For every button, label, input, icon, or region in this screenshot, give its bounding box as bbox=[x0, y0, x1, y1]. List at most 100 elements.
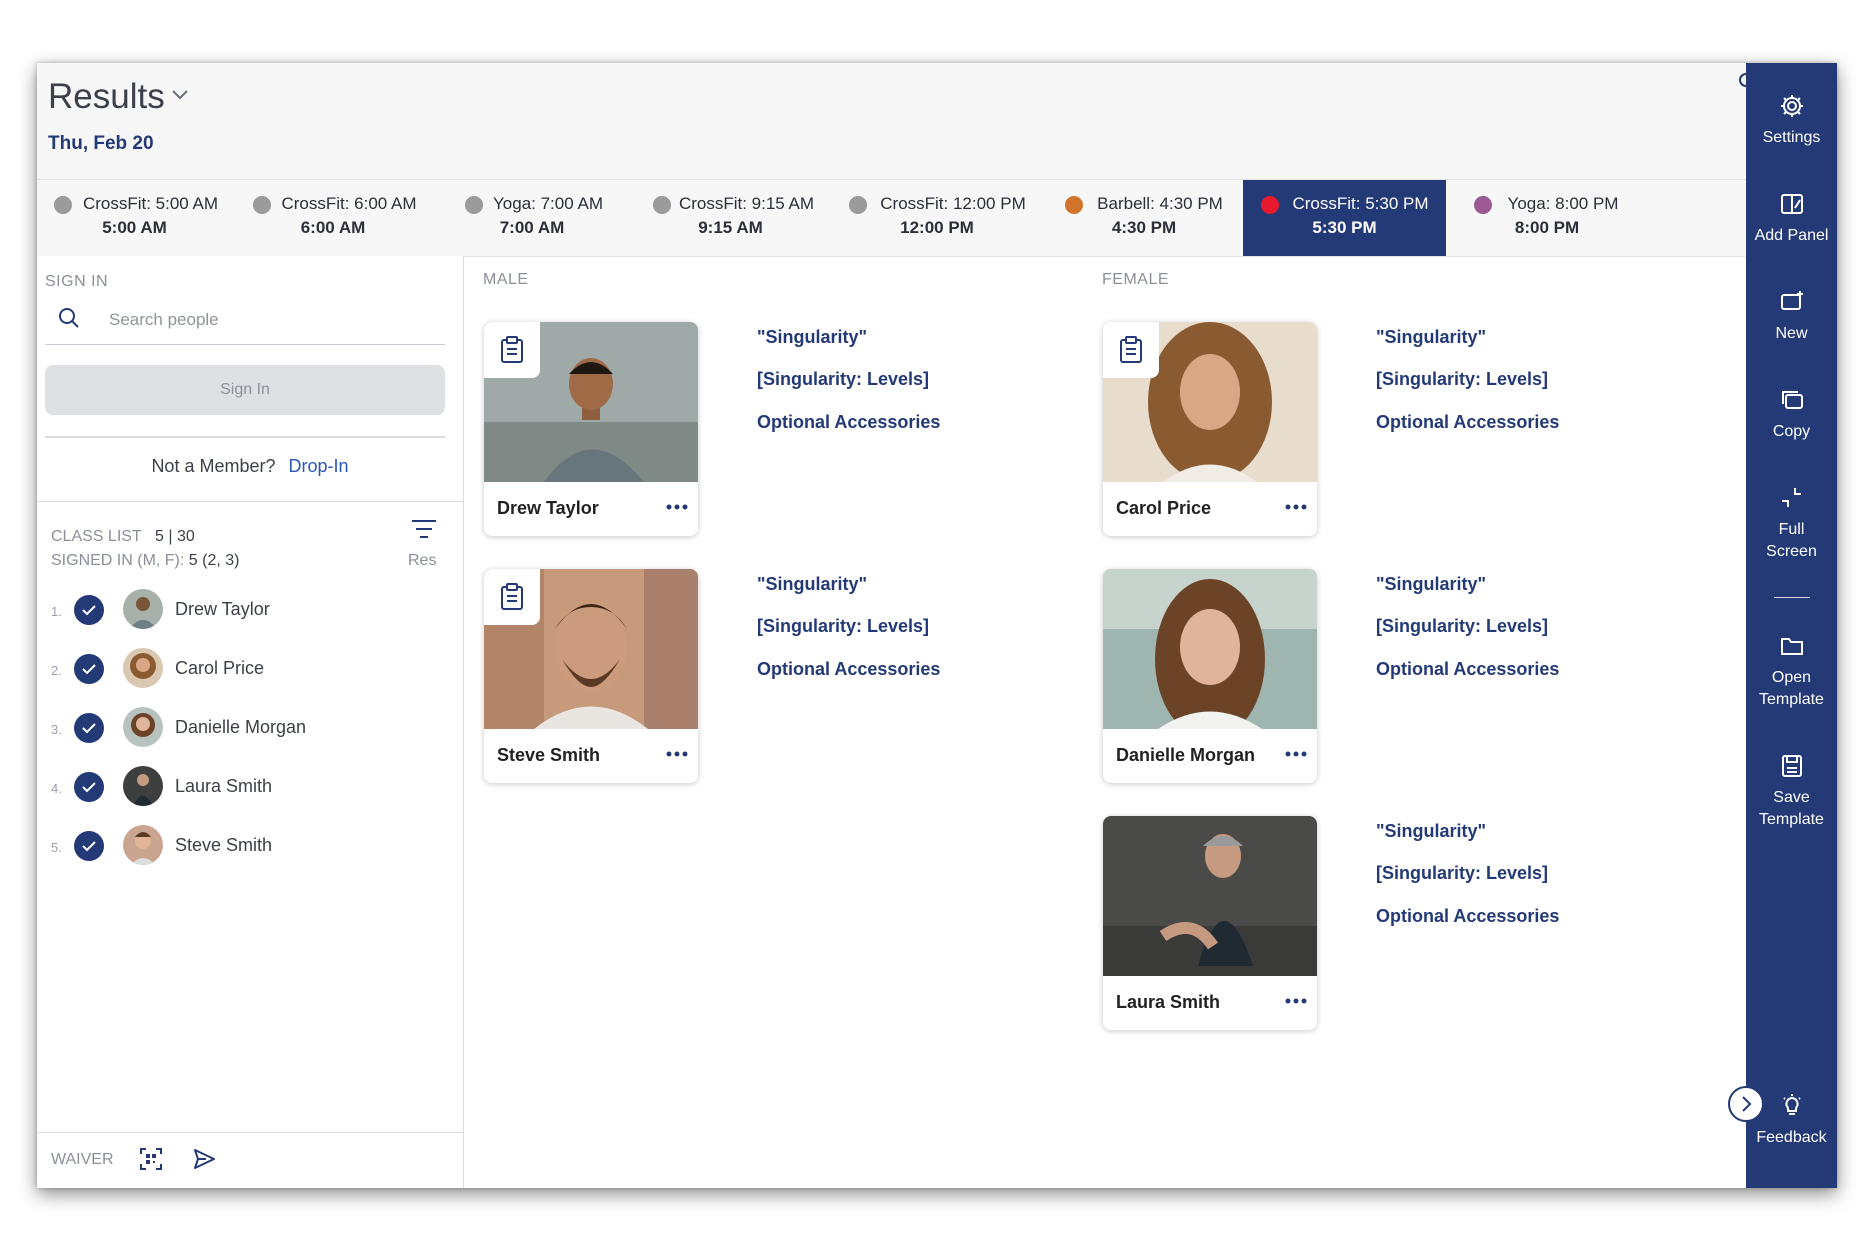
attr-singularity[interactable]: "Singularity" bbox=[757, 574, 867, 595]
collapse-sidebar-button[interactable] bbox=[1728, 1086, 1764, 1122]
divider bbox=[37, 501, 463, 502]
save-template-button[interactable]: Save Template bbox=[1746, 753, 1837, 831]
drop-in-link[interactable]: Drop-In bbox=[289, 456, 349, 476]
tab-crossfit-1200[interactable]: CrossFit: 12:00 PM 12:00 PM bbox=[832, 180, 1042, 256]
right-sidebar: Settings Add Panel New Copy Full Screen … bbox=[1746, 63, 1837, 1188]
more-icon[interactable] bbox=[1285, 504, 1307, 510]
app-window: Results Thu, Feb 20 CrossFit: 5:00 AM 5:… bbox=[37, 63, 1837, 1188]
attr-singularity[interactable]: "Singularity" bbox=[1376, 821, 1486, 842]
full-screen-button[interactable]: Full Screen bbox=[1746, 485, 1837, 563]
res-label[interactable]: Res bbox=[408, 552, 436, 570]
main-area: Results Thu, Feb 20 CrossFit: 5:00 AM 5:… bbox=[37, 63, 1753, 1188]
athlete-photo bbox=[1103, 569, 1317, 729]
more-icon[interactable] bbox=[666, 751, 688, 757]
attr-optional-accessories[interactable]: Optional Accessories bbox=[757, 412, 940, 433]
list-item[interactable]: 5. Steve Smith bbox=[37, 825, 463, 875]
tab-yoga-700[interactable]: Yoga: 7:00 AM 7:00 AM bbox=[435, 180, 629, 256]
tab-yoga-800[interactable]: Yoga: 8:00 PM 8:00 PM bbox=[1447, 180, 1647, 256]
attr-singularity-levels[interactable]: [Singularity: Levels] bbox=[1376, 369, 1548, 390]
add-panel-icon bbox=[1780, 194, 1803, 214]
settings-button[interactable]: Settings bbox=[1746, 93, 1837, 149]
sidebar-divider bbox=[1774, 597, 1810, 598]
date-label[interactable]: Thu, Feb 20 bbox=[48, 133, 154, 155]
tab-crossfit-915[interactable]: CrossFit: 9:15 AM 9:15 AM bbox=[631, 180, 830, 256]
athlete-card[interactable]: Drew Taylor bbox=[484, 322, 698, 536]
attr-singularity-levels[interactable]: [Singularity: Levels] bbox=[757, 369, 929, 390]
list-item[interactable]: 4. Laura Smith bbox=[37, 766, 463, 816]
folder-icon bbox=[1780, 638, 1803, 655]
female-column-label: FEMALE bbox=[1102, 271, 1170, 288]
athlete-card[interactable]: Steve Smith bbox=[484, 569, 698, 783]
avatar bbox=[123, 766, 163, 806]
athlete-name: Steve Smith bbox=[497, 745, 601, 765]
list-item[interactable]: 1. Drew Taylor bbox=[37, 589, 463, 639]
attr-optional-accessories[interactable]: Optional Accessories bbox=[1376, 906, 1559, 927]
more-icon[interactable] bbox=[666, 504, 688, 510]
check-icon[interactable] bbox=[74, 831, 104, 861]
not-member-text: Not a Member? bbox=[151, 456, 276, 476]
full-screen-icon bbox=[1781, 488, 1801, 507]
copy-button[interactable]: Copy bbox=[1746, 387, 1837, 443]
list-item[interactable]: 2. Carol Price bbox=[37, 648, 463, 698]
attr-singularity[interactable]: "Singularity" bbox=[757, 327, 867, 348]
left-panel: SIGN IN Sign In Not a Member? Drop-In CL… bbox=[37, 256, 464, 1188]
attr-singularity-levels[interactable]: [Singularity: Levels] bbox=[1376, 616, 1548, 637]
waiver-label: WAIVER bbox=[51, 1151, 114, 1168]
drop-in-row: Not a Member? Drop-In bbox=[37, 456, 463, 477]
clipboard-icon[interactable] bbox=[500, 583, 524, 611]
attr-singularity-levels[interactable]: [Singularity: Levels] bbox=[1376, 863, 1548, 884]
clipboard-icon[interactable] bbox=[1119, 336, 1143, 364]
sign-in-button[interactable]: Sign In bbox=[45, 365, 445, 415]
avatar bbox=[123, 589, 163, 629]
send-icon[interactable] bbox=[192, 1147, 216, 1171]
athlete-card[interactable]: Danielle Morgan bbox=[1103, 569, 1317, 783]
search-row bbox=[45, 296, 445, 345]
tab-barbell-430[interactable]: Barbell: 4:30 PM 4:30 PM bbox=[1044, 180, 1244, 256]
open-template-button[interactable]: Open Template bbox=[1746, 633, 1837, 711]
athlete-card[interactable]: Laura Smith bbox=[1103, 816, 1317, 1030]
clipboard-icon[interactable] bbox=[500, 336, 524, 364]
avatar bbox=[123, 648, 163, 688]
athlete-name: Carol Price bbox=[1116, 498, 1212, 518]
attr-optional-accessories[interactable]: Optional Accessories bbox=[1376, 659, 1559, 680]
check-icon[interactable] bbox=[74, 713, 104, 743]
check-icon[interactable] bbox=[74, 654, 104, 684]
check-icon[interactable] bbox=[74, 772, 104, 802]
clipboard-badge[interactable] bbox=[484, 569, 540, 625]
add-panel-button[interactable]: Add Panel bbox=[1746, 191, 1837, 247]
athlete-name: Danielle Morgan bbox=[1116, 745, 1256, 765]
more-icon[interactable] bbox=[1285, 751, 1307, 757]
athlete-card[interactable]: Carol Price bbox=[1103, 322, 1317, 536]
divider bbox=[45, 436, 445, 438]
athlete-name: Drew Taylor bbox=[497, 498, 599, 518]
avatar bbox=[123, 707, 163, 747]
filter-icon[interactable] bbox=[411, 519, 437, 541]
qr-code-icon[interactable] bbox=[139, 1147, 163, 1171]
attr-optional-accessories[interactable]: Optional Accessories bbox=[1376, 412, 1559, 433]
class-count: 5 | 30 bbox=[155, 528, 195, 545]
athlete-photo bbox=[1103, 816, 1317, 976]
check-icon[interactable] bbox=[74, 595, 104, 625]
male-column-label: MALE bbox=[483, 271, 529, 288]
save-icon bbox=[1781, 755, 1802, 777]
attr-singularity[interactable]: "Singularity" bbox=[1376, 327, 1486, 348]
tab-crossfit-600[interactable]: CrossFit: 6:00 AM 6:00 AM bbox=[233, 180, 433, 256]
more-icon[interactable] bbox=[1285, 998, 1307, 1004]
chevron-right-icon bbox=[1742, 1096, 1752, 1112]
sign-in-label: SIGN IN bbox=[45, 273, 109, 290]
tab-crossfit-500[interactable]: CrossFit: 5:00 AM 5:00 AM bbox=[37, 180, 232, 256]
class-list-header: CLASS LIST 5 | 30 bbox=[51, 528, 195, 545]
attr-singularity-levels[interactable]: [Singularity: Levels] bbox=[757, 616, 929, 637]
clipboard-badge[interactable] bbox=[1103, 322, 1159, 378]
clipboard-badge[interactable] bbox=[484, 322, 540, 378]
list-item[interactable]: 3. Danielle Morgan bbox=[37, 707, 463, 757]
chevron-down-icon[interactable] bbox=[169, 83, 191, 105]
tab-crossfit-530[interactable]: CrossFit: 5:30 PM 5:30 PM bbox=[1243, 180, 1446, 256]
class-tabs: CrossFit: 5:00 AM 5:00 AM CrossFit: 6:00… bbox=[37, 179, 1746, 257]
attr-singularity[interactable]: "Singularity" bbox=[1376, 574, 1486, 595]
page-title: Results bbox=[48, 77, 165, 116]
new-button[interactable]: New bbox=[1746, 289, 1837, 345]
search-input[interactable] bbox=[107, 306, 411, 334]
waiver-bar: WAIVER bbox=[37, 1132, 463, 1188]
attr-optional-accessories[interactable]: Optional Accessories bbox=[757, 659, 940, 680]
